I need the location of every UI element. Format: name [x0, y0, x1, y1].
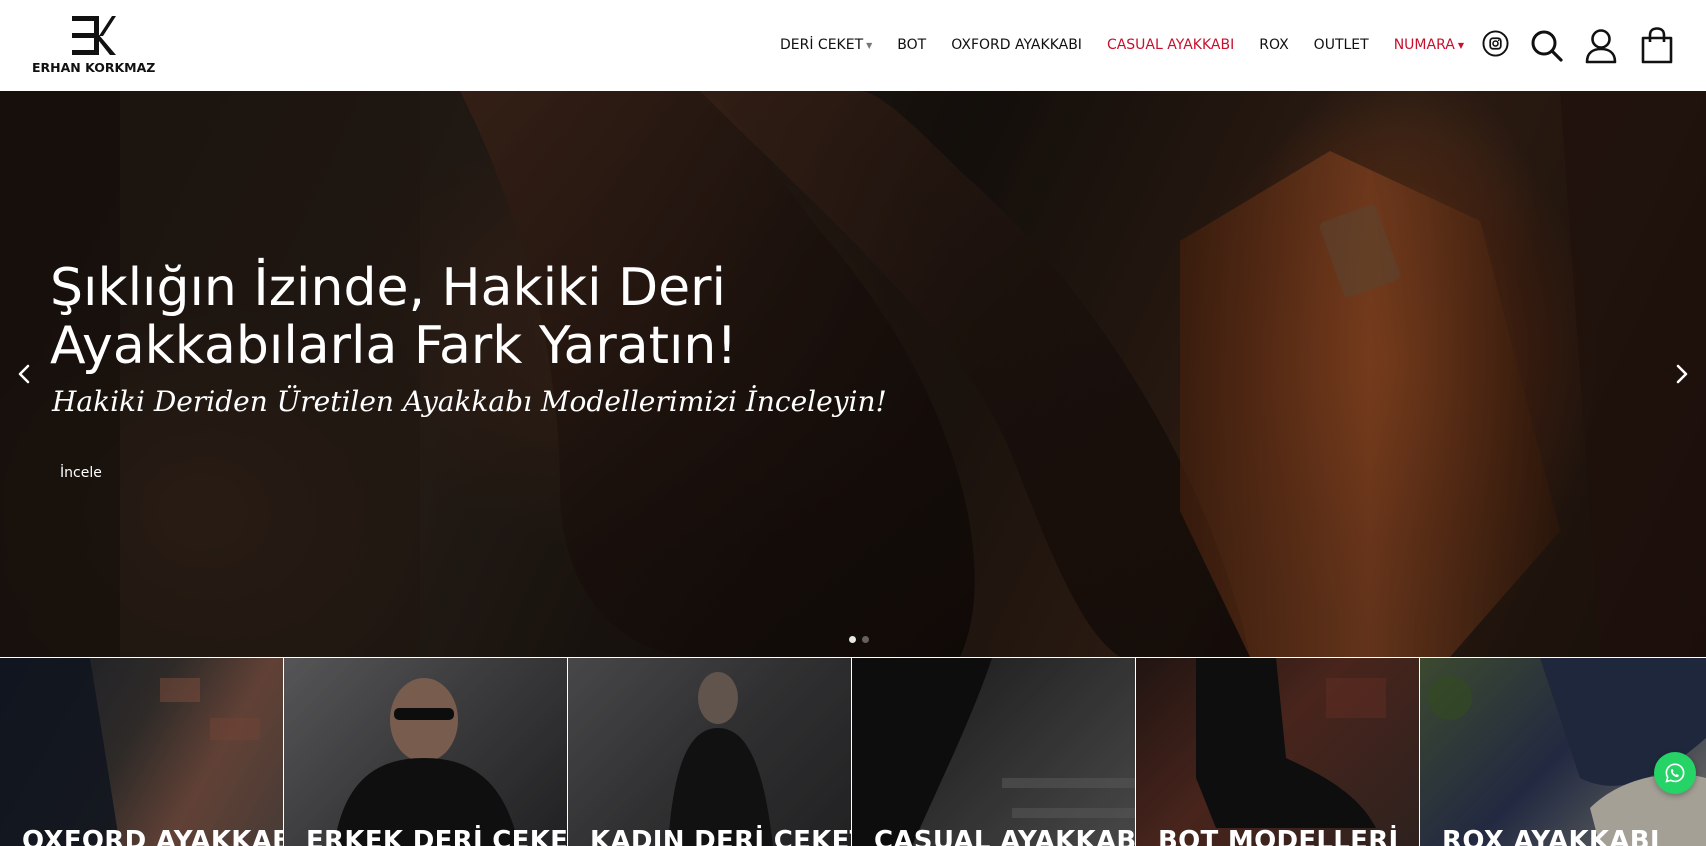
category-label: KADIN DERİ CEKET [590, 826, 851, 846]
category-label: CASUAL AYAKKABI [874, 826, 1135, 846]
user-icon[interactable] [1584, 28, 1618, 64]
chevron-down-icon: ▼ [1457, 40, 1464, 50]
category-tile-oxford-ayakkabi[interactable]: OXFORD AYAKKABI [0, 658, 283, 846]
category-tile-kadin-deri-ceket[interactable]: KADIN DERİ CEKET [568, 658, 851, 846]
category-tile-bot-modelleri[interactable]: BOT MODELLERİ [1136, 658, 1419, 846]
nav-item-label: BOT [897, 37, 927, 53]
nav-item-bot[interactable]: BOT [897, 37, 926, 53]
logo-mark-icon [72, 16, 116, 55]
hero-subtitle: Hakiki Deriden Üretilen Ayakkabı Modelle… [52, 385, 887, 418]
nav-item-deri-ceket[interactable]: DERİ CEKET ▼ [780, 37, 872, 53]
nav-item-numara[interactable]: NUMARA ▼ [1394, 37, 1464, 53]
nav-item-label: NUMARA [1393, 37, 1455, 53]
main-nav: DERİ CEKET ▼ BOT OXFORD AYAKKABI CASUAL … [780, 34, 1489, 56]
nav-item-label: ROX [1259, 37, 1289, 53]
nav-item-label: OUTLET [1313, 37, 1369, 53]
category-image [852, 658, 1135, 846]
slider-prev-arrow-icon[interactable] [10, 359, 38, 389]
whatsapp-chat-button[interactable] [1654, 752, 1696, 794]
category-label: BOT MODELLERİ [1158, 826, 1399, 846]
nav-item-label: OXFORD AYAKKABI [951, 37, 1082, 53]
category-tiles: OXFORD AYAKKABI ERKEK DERİ CEKET KADIN D… [0, 658, 1706, 846]
nav-item-casual-ayakkabi[interactable]: CASUAL AYAKKABI [1107, 37, 1234, 53]
chevron-down-icon: ▼ [866, 40, 873, 50]
category-image [1136, 658, 1419, 846]
category-label: ROX AYAKKABI [1442, 826, 1660, 846]
category-tile-casual-ayakkabi[interactable]: CASUAL AYAKKABI [852, 658, 1135, 846]
hero-title: Şıklığın İzinde, Hakiki Deri Ayakkabılar… [50, 258, 738, 376]
instagram-icon[interactable] [1482, 30, 1509, 57]
category-tile-rox-ayakkabi[interactable]: ROX AYAKKABI [1420, 658, 1706, 846]
category-image [0, 658, 283, 846]
category-image [1420, 658, 1706, 846]
category-label: OXFORD AYAKKABI [22, 826, 283, 846]
brand-name: ERHAN KORKMAZ [32, 60, 156, 75]
hero-slider: Şıklığın İzinde, Hakiki Deri Ayakkabılar… [0, 91, 1706, 657]
nav-item-outlet[interactable]: OUTLET [1314, 37, 1369, 53]
slider-pagination [846, 636, 872, 643]
whatsapp-icon [1665, 763, 1685, 783]
category-image [284, 658, 567, 846]
nav-item-label: DERİ CEKET [780, 37, 864, 53]
category-tile-erkek-deri-ceket[interactable]: ERKEK DERİ CEKET [284, 658, 567, 846]
slider-dot[interactable] [862, 636, 869, 643]
nav-item-rox[interactable]: ROX [1259, 37, 1288, 53]
category-label: ERKEK DERİ CEKET [306, 826, 567, 846]
category-image [568, 658, 851, 846]
hero-incele-button[interactable]: İncele [52, 459, 110, 487]
slider-next-arrow-icon[interactable] [1668, 359, 1696, 389]
nav-item-oxford-ayakkabi[interactable]: OXFORD AYAKKABI [951, 37, 1082, 53]
search-icon[interactable] [1530, 29, 1564, 63]
brand-logo[interactable]: ERHAN KORKMAZ [32, 14, 156, 78]
slider-dot[interactable] [849, 636, 856, 643]
shopping-bag-icon[interactable] [1640, 27, 1674, 64]
site-header: ERHAN KORKMAZ DERİ CEKET ▼ BOT OXFORD AY… [0, 0, 1706, 91]
nav-item-label: CASUAL AYAKKABI [1106, 37, 1235, 53]
